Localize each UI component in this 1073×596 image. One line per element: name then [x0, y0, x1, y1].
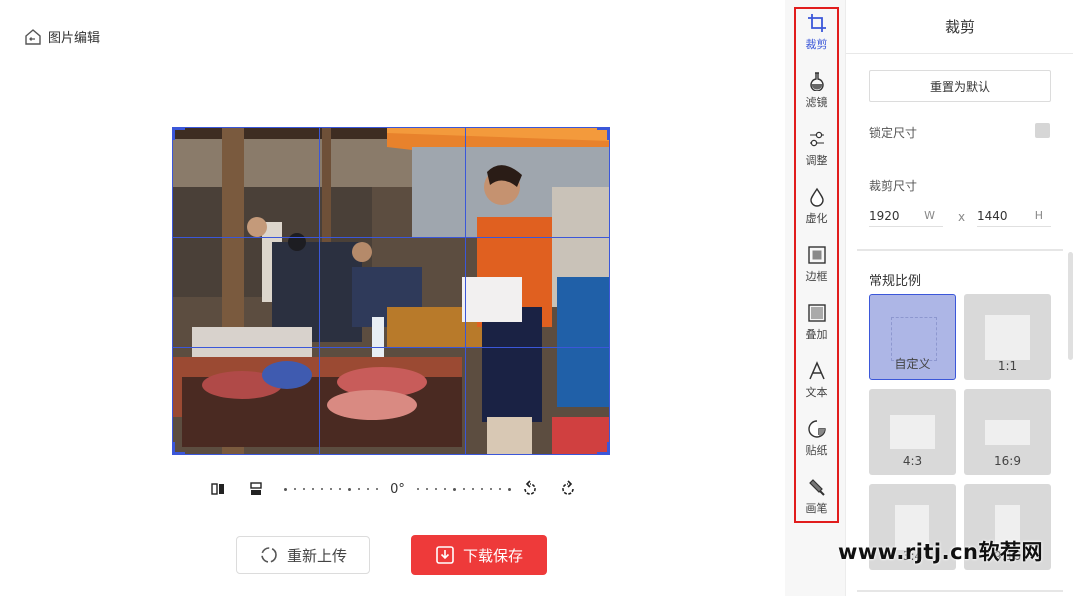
- crop-handle-bottom-left[interactable]: [172, 442, 185, 455]
- ratio-section-label: 常规比例: [869, 274, 922, 289]
- ratio-4-3[interactable]: 4:3: [869, 389, 956, 475]
- crop-size-label: 裁剪尺寸: [869, 179, 918, 193]
- ratio-label: 自定义: [894, 357, 931, 371]
- overlay-icon: [807, 304, 826, 322]
- site-watermark: www.rjtj.cn软荐网: [838, 540, 1044, 564]
- rotate-left-icon[interactable]: [520, 478, 540, 500]
- section-divider-bottom: [857, 590, 1063, 592]
- panel-title: 裁剪: [846, 0, 1073, 54]
- tool-label: 调整: [805, 154, 828, 167]
- crop-handle-top-right[interactable]: [597, 127, 610, 140]
- height-input[interactable]: 1440 H: [977, 205, 1051, 227]
- tool-label: 贴纸: [805, 444, 828, 457]
- save-label: 下载保存: [462, 546, 523, 565]
- tool-frame[interactable]: 边框: [795, 245, 838, 284]
- width-value: 1920: [869, 208, 900, 223]
- crop-icon: [807, 14, 826, 32]
- size-separator: x: [958, 210, 966, 224]
- brush-icon: [808, 479, 825, 496]
- rotation-slider-right[interactable]: [416, 487, 511, 491]
- text-icon: [808, 361, 825, 380]
- ratio-1-1[interactable]: 1:1: [964, 294, 1051, 380]
- panel-scrollbar[interactable]: [1068, 252, 1073, 360]
- width-input[interactable]: 1920 W: [869, 205, 943, 227]
- ratio-label: 1:1: [997, 359, 1018, 373]
- tool-label: 滤镜: [805, 96, 828, 109]
- height-value: 1440: [977, 208, 1008, 223]
- image-canvas[interactable]: [172, 127, 610, 455]
- sticker-icon: [807, 420, 826, 438]
- crop-handle-top-left[interactable]: [172, 127, 185, 140]
- tool-brush[interactable]: 画笔: [795, 477, 838, 516]
- width-unit: W: [924, 209, 935, 222]
- blur-drop-icon: [809, 187, 824, 207]
- section-divider: [857, 249, 1063, 251]
- back-label: 图片编辑: [48, 31, 101, 46]
- adjust-sliders-icon: [809, 131, 824, 147]
- back-link[interactable]: 图片编辑: [24, 27, 100, 46]
- tool-filter[interactable]: 滤镜: [795, 71, 838, 110]
- ratio-custom[interactable]: 自定义: [869, 294, 956, 380]
- tool-crop[interactable]: 裁剪: [795, 13, 838, 52]
- tool-label: 裁剪: [805, 38, 828, 51]
- flip-vertical-icon[interactable]: [246, 478, 266, 500]
- lock-size-checkbox[interactable]: [1035, 123, 1050, 138]
- reset-default-button[interactable]: 重置为默认: [869, 70, 1051, 102]
- rotation-angle: 0°: [390, 481, 405, 497]
- lock-size-label: 锁定尺寸: [869, 126, 918, 140]
- filter-flask-icon: [809, 72, 824, 91]
- tool-label: 边框: [805, 270, 828, 283]
- flip-horizontal-icon[interactable]: [208, 478, 228, 500]
- tool-blur[interactable]: 虚化: [795, 187, 838, 226]
- reupload-button[interactable]: 重新上传: [236, 536, 370, 574]
- home-back-icon: [25, 28, 41, 45]
- tool-text[interactable]: 文本: [795, 361, 838, 400]
- reupload-label: 重新上传: [286, 546, 347, 565]
- tool-adjust[interactable]: 调整: [795, 129, 838, 168]
- ratio-16-9[interactable]: 16:9: [964, 389, 1051, 475]
- rotation-slider-left[interactable]: [284, 487, 379, 491]
- tool-label: 画笔: [805, 502, 828, 515]
- refresh-icon: [261, 547, 277, 563]
- download-save-button[interactable]: 下载保存: [411, 535, 547, 575]
- crop-handle-bottom-right[interactable]: [597, 442, 610, 455]
- ratio-label: 4:3: [902, 454, 923, 468]
- download-icon: [436, 546, 454, 564]
- tool-sticker[interactable]: 贴纸: [795, 419, 838, 458]
- height-unit: H: [1034, 209, 1043, 222]
- tool-overlay[interactable]: 叠加: [795, 303, 838, 342]
- rotate-right-icon[interactable]: [558, 478, 578, 500]
- tool-label: 虚化: [805, 212, 828, 225]
- ratio-label: 16:9: [994, 454, 1021, 468]
- tool-label: 文本: [805, 386, 828, 399]
- transform-controls: 0°: [208, 477, 578, 501]
- tool-label: 叠加: [805, 328, 828, 341]
- crop-grid[interactable]: [172, 127, 610, 455]
- frame-icon: [807, 246, 826, 264]
